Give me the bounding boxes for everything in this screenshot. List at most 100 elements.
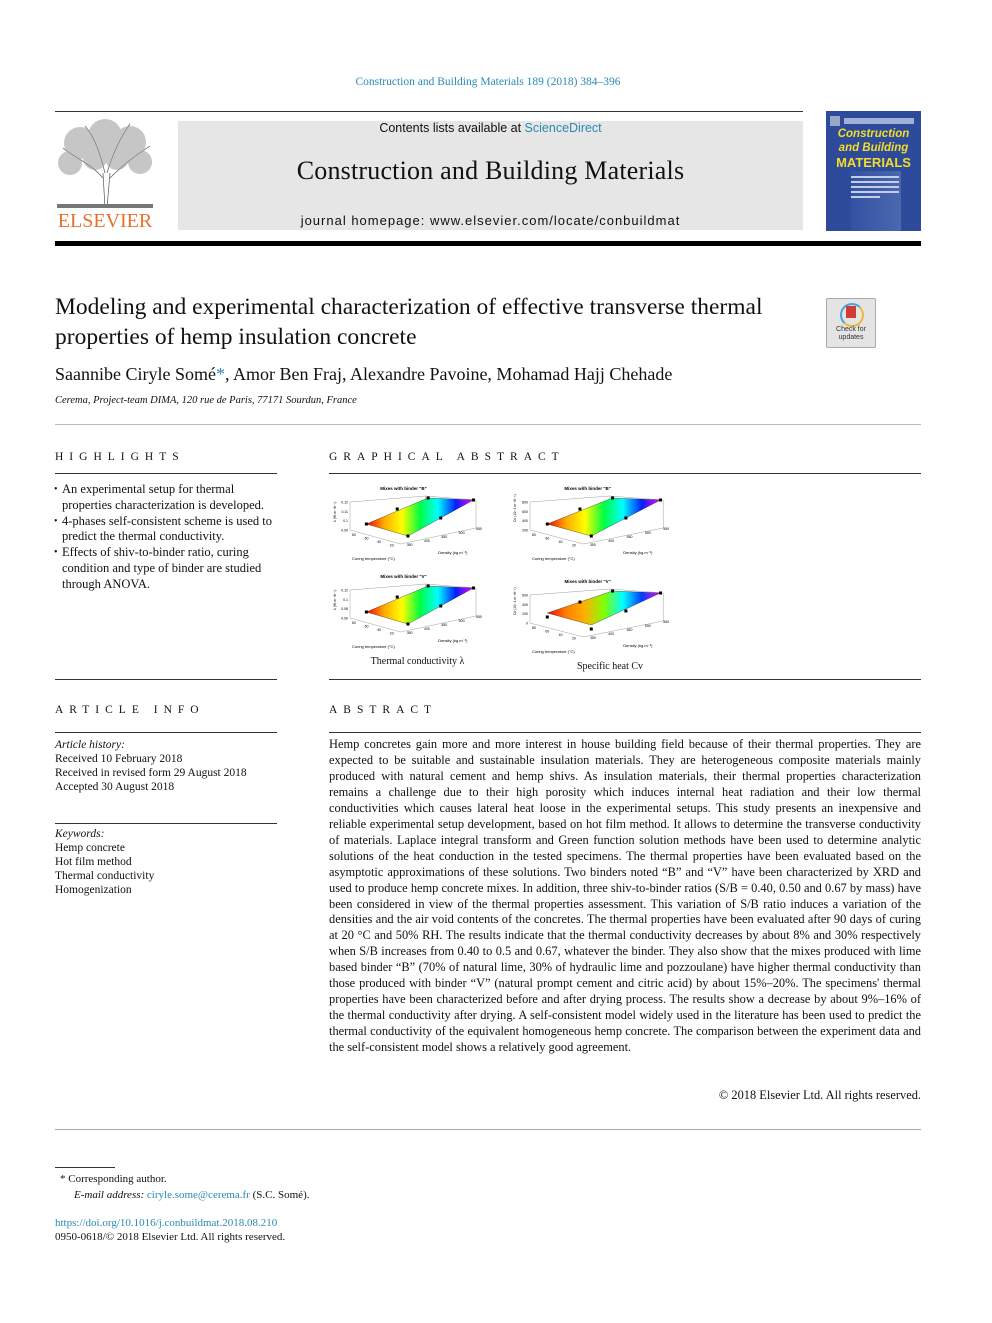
chart-data-point xyxy=(406,534,410,538)
chart-data-point xyxy=(545,522,549,526)
history-revised: Received in revised form 29 August 2018 xyxy=(55,767,247,779)
doi-link[interactable]: https://doi.org/10.1016/j.conbuildmat.20… xyxy=(55,1216,285,1230)
chart-x-tick: 500 xyxy=(645,531,651,535)
crossmark-bookmark-icon xyxy=(846,306,856,318)
chart-x-tick: 450 xyxy=(441,623,447,627)
chart-z-tick: 0.12 xyxy=(341,589,348,593)
chart-x-tick: 500 xyxy=(645,624,651,628)
chart-data-point xyxy=(611,589,615,593)
chart-y-tick: 20 xyxy=(572,637,576,641)
chart-y-label: Curing temperature (°C) xyxy=(352,644,395,649)
chart-z-tick: 0.1 xyxy=(343,598,348,602)
chart-data-point xyxy=(471,586,475,590)
chart-z-tick: 200 xyxy=(522,529,528,533)
history-label: Article history: xyxy=(55,739,125,751)
chart-y-tick: 20 xyxy=(390,544,394,548)
chart-data-point xyxy=(395,507,399,511)
chart-y-label: Curing temperature (°C) xyxy=(532,649,575,654)
chart-lambda-V: Mixes with binder "V" 0.06 0.08 0.1 0.12 350 4… xyxy=(330,570,505,652)
cover-title-line2: and Building xyxy=(838,142,909,154)
chart-y-tick: 60 xyxy=(365,625,369,629)
chart-z-tick: 0.06 xyxy=(341,617,348,621)
publisher-wordmark: ELSEVIER xyxy=(57,210,153,232)
chart-y-tick: 80 xyxy=(532,533,536,537)
chart-x-tick: 400 xyxy=(424,627,430,631)
chart-z-tick: 0 xyxy=(526,622,528,626)
email-link[interactable]: ciryle.some@cerema.fr xyxy=(147,1189,250,1201)
chart-data-point xyxy=(611,496,615,500)
chart-title: Mixes with binder "V" xyxy=(565,579,611,584)
footer-rule xyxy=(55,1129,921,1130)
journal-title: Construction and Building Materials xyxy=(296,156,685,185)
highlight-item: Effects of shiv-to-binder ratio, curing … xyxy=(54,545,280,592)
chart-cv-V: Mixes with binder "V" 0 200 400 600 350 400 450… xyxy=(510,575,695,660)
highlights-list: An experimental setup for thermal proper… xyxy=(54,482,280,593)
check-for-updates-button[interactable]: Check for updates xyxy=(826,298,876,348)
chart-z-tick: 800 xyxy=(522,501,528,505)
chart-x-label: Density (kg.m⁻³) xyxy=(623,550,653,555)
chart-y-tick: 60 xyxy=(545,630,549,634)
journal-cover-image[interactable]: Construction and Building MATERIALS xyxy=(826,111,921,231)
chart-y-tick: 80 xyxy=(352,621,356,625)
chart-y-tick: 40 xyxy=(377,628,381,632)
chart-data-point xyxy=(364,610,368,614)
graphical-abstract-heading: GRAPHICAL ABSTRACT xyxy=(329,451,565,463)
chart-z-tick: 0.12 xyxy=(341,501,348,505)
chart-x-tick: 550 xyxy=(663,620,669,624)
contents-prefix: Contents lists available at xyxy=(379,121,525,135)
chart-data-point xyxy=(364,522,368,526)
email-suffix: (S.C. Somé). xyxy=(249,1189,310,1201)
chart-z-label: Cv (10³ J.m⁻³K⁻¹) xyxy=(513,587,517,615)
chart-x-tick: 400 xyxy=(608,539,614,543)
chart-x-tick: 450 xyxy=(441,535,447,539)
chart-data-point xyxy=(624,609,628,613)
keywords: Keywords: Hemp concrete Hot film method … xyxy=(55,827,154,897)
chart-x-tick: 400 xyxy=(424,539,430,543)
chart-data-point xyxy=(395,595,399,599)
keyword: Hemp concrete xyxy=(55,842,125,854)
history-accepted: Accepted 30 August 2018 xyxy=(55,781,175,793)
graphical-abstract-bottom-rule xyxy=(329,679,921,680)
chart-x-tick: 500 xyxy=(459,531,465,535)
chart-y-tick: 20 xyxy=(572,544,576,548)
chart-data-point xyxy=(426,496,430,500)
chart-data-point xyxy=(439,604,443,608)
chart-x-tick: 400 xyxy=(608,632,614,636)
chart-surface xyxy=(365,585,475,625)
affiliation: Cerema, Project-team DIMA, 120 rue de Pa… xyxy=(55,395,357,406)
chart-y-tick: 20 xyxy=(390,632,394,636)
cover-title-line1: Construction xyxy=(837,128,910,140)
chart-data-point xyxy=(471,498,475,502)
chart-y-label: Curing temperature (°C) xyxy=(532,556,575,561)
author-list: Saannibe Ciryle Somé*, Amor Ben Fraj, Al… xyxy=(55,364,672,385)
chart-z-label: Cv (10³ J.m⁻³K⁻¹) xyxy=(513,494,517,522)
running-header[interactable]: Construction and Building Materials 189 … xyxy=(0,76,976,88)
chart-z-tick: 0.11 xyxy=(341,510,348,514)
chart-x-tick: 450 xyxy=(627,535,633,539)
keyword: Homogenization xyxy=(55,884,132,896)
contents-line: Contents lists available at ScienceDirec… xyxy=(178,121,803,135)
chart-y-tick: 80 xyxy=(532,626,536,630)
header-rule xyxy=(55,111,803,112)
cover-subtitle-lines xyxy=(851,176,899,206)
chart-surface xyxy=(546,590,661,626)
graphical-abstract-rule xyxy=(329,473,921,474)
article-history: Article history: Received 10 February 20… xyxy=(55,738,247,794)
journal-homepage[interactable]: journal homepage: www.elsevier.com/locat… xyxy=(178,213,803,228)
chart-data-point xyxy=(589,534,593,538)
chart-x-tick: 450 xyxy=(627,628,633,632)
author-names-rest: , Amor Ben Fraj, Alexandre Pavoine, Moha… xyxy=(224,364,673,384)
chart-z-tick: 400 xyxy=(522,603,528,607)
chart-x-label: Density (kg.m⁻³) xyxy=(623,643,653,648)
chart-z-tick: 400 xyxy=(522,519,528,523)
highlights-rule xyxy=(55,473,277,474)
crossmark-label: Check for updates xyxy=(836,326,866,341)
article-title: Modeling and experimental characterizati… xyxy=(55,294,763,350)
keyword: Thermal conductivity xyxy=(55,870,155,882)
chart-y-tick: 40 xyxy=(377,540,381,544)
sciencedirect-link[interactable]: ScienceDirect xyxy=(525,121,602,135)
chart-title: Mixes with binder "B" xyxy=(380,486,427,491)
corresponding-author-link[interactable]: * xyxy=(216,364,225,384)
chart-x-tick: 350 xyxy=(407,631,413,635)
abstract-heading: ABSTRACT xyxy=(329,704,438,716)
